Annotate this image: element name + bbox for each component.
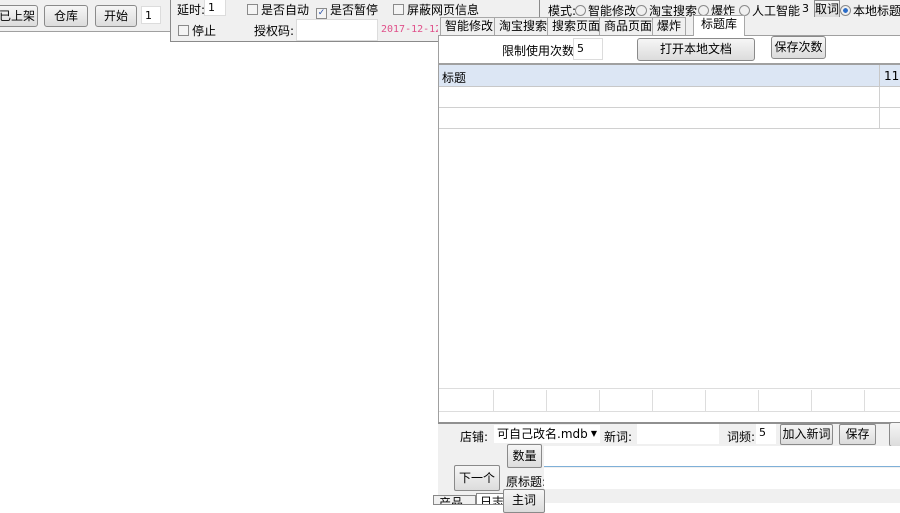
add-word-button[interactable]: 加入新词 bbox=[780, 424, 833, 445]
save-count-button[interactable]: 保存次数 bbox=[771, 36, 826, 59]
start-button[interactable]: 开始 bbox=[95, 5, 137, 27]
grid-cell bbox=[811, 390, 812, 412]
header-title: 标题 bbox=[442, 71, 467, 85]
limit-input[interactable]: 5 bbox=[573, 38, 603, 60]
info-input[interactable] bbox=[544, 446, 900, 467]
start-count-input[interactable]: 1 bbox=[141, 6, 161, 24]
table-header-row: 标题 11 bbox=[439, 65, 900, 87]
auto-label: 是否自动 bbox=[261, 3, 310, 17]
table-row[interactable] bbox=[439, 87, 900, 108]
new-word-label: 新词: bbox=[604, 430, 633, 444]
next-button[interactable]: 下一个 bbox=[454, 465, 500, 491]
header-count: 11 bbox=[879, 65, 899, 87]
chevron-down-icon: ▼ bbox=[590, 429, 597, 438]
date-label: 2017-12-12 bbox=[381, 24, 442, 35]
tab-product[interactable]: 产品 bbox=[433, 495, 476, 505]
grid-cell bbox=[599, 390, 600, 412]
grid-strip bbox=[439, 388, 900, 412]
original-title-label: 原标题: bbox=[506, 475, 547, 489]
stop-checkbox[interactable]: 停止 bbox=[178, 22, 216, 39]
freq-input[interactable]: 5 bbox=[756, 424, 776, 444]
tab-smart-edit[interactable]: 智能修改 bbox=[440, 17, 499, 35]
main-word-button[interactable]: 主词 bbox=[503, 489, 545, 513]
auth-label: 授权码: bbox=[254, 24, 295, 38]
shop-select[interactable]: 可自己改名.mdb ▼ bbox=[494, 425, 600, 443]
grid-cell bbox=[652, 390, 653, 412]
listed-button[interactable]: 已上架 bbox=[0, 5, 38, 27]
tab-title-library[interactable]: 标题库 bbox=[693, 15, 746, 36]
block-web-label: 屏蔽网页信息 bbox=[407, 3, 480, 17]
stop-label: 停止 bbox=[192, 24, 217, 38]
open-local-doc-button[interactable]: 打开本地文档 bbox=[637, 38, 755, 61]
pause-label: 是否暂停 bbox=[330, 3, 379, 17]
save-button[interactable]: 保存 bbox=[839, 424, 876, 445]
extra-button[interactable] bbox=[889, 422, 900, 447]
grid-cell bbox=[758, 390, 759, 412]
tab-explode[interactable]: 爆炸 bbox=[652, 17, 687, 35]
title-table: 标题 11 bbox=[439, 63, 900, 388]
original-title-input[interactable] bbox=[544, 468, 900, 489]
cancel-word-button[interactable]: 取词 bbox=[814, 0, 840, 18]
freq-label: 词频: bbox=[727, 430, 756, 444]
auth-input[interactable] bbox=[296, 19, 378, 41]
shop-label: 店铺: bbox=[460, 430, 489, 444]
count-button[interactable]: 数量 bbox=[507, 444, 542, 468]
limit-label: 限制使用次数: bbox=[502, 44, 579, 58]
delay-label: 延时: bbox=[177, 3, 206, 17]
grid-cell bbox=[705, 390, 706, 412]
tab-taobao-search[interactable]: 淘宝搜索 bbox=[494, 17, 553, 35]
auto-checkbox[interactable]: 是否自动 bbox=[247, 1, 309, 18]
tab-search-page[interactable]: 搜索页面 bbox=[547, 17, 606, 35]
warehouse-button[interactable]: 仓库 bbox=[44, 5, 88, 27]
block-web-checkbox[interactable]: 屏蔽网页信息 bbox=[393, 1, 479, 18]
grid-cell bbox=[493, 390, 494, 412]
grid-cell bbox=[546, 390, 547, 412]
pause-checkbox[interactable]: ✓ 是否暂停 bbox=[316, 1, 378, 19]
delay-input[interactable]: 1 bbox=[204, 0, 226, 16]
tab-log[interactable]: 日志 bbox=[476, 493, 506, 505]
grid-cell bbox=[864, 390, 865, 412]
mode-count: 3 bbox=[802, 2, 809, 15]
new-word-input[interactable] bbox=[637, 424, 719, 444]
table-row[interactable] bbox=[439, 108, 900, 129]
tab-product-page[interactable]: 商品页面 bbox=[599, 17, 658, 35]
